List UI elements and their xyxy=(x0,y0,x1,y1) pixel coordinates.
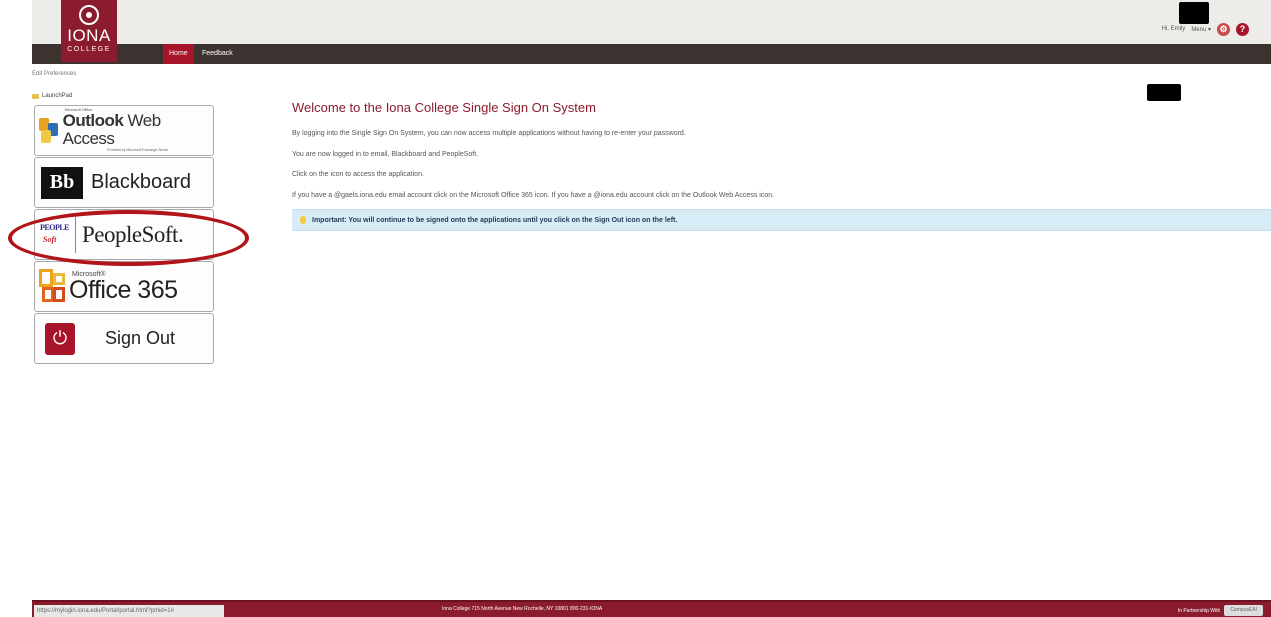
ps-divider xyxy=(75,216,76,253)
launchpad-label: LaunchPad xyxy=(32,93,72,99)
office-365-button[interactable]: Microsoft® Office 365 xyxy=(34,261,214,312)
power-icon: ⏻ xyxy=(45,322,75,355)
launchpad-text: LaunchPad xyxy=(42,93,73,99)
important-notice: Important: You will continue to be signe… xyxy=(292,209,1271,231)
notice-text: Important: You will continue to be signe… xyxy=(312,216,678,224)
outlook-web-access-button[interactable]: Microsoft Office Outlook Web Access Prov… xyxy=(34,105,214,156)
footer-address: Iona College 715 North Avenue New Rochel… xyxy=(442,606,603,612)
tab-feedback[interactable]: Feedback xyxy=(202,44,233,64)
office-label: Office 365 xyxy=(69,275,178,304)
blackboard-label: Blackboard xyxy=(91,171,192,193)
footer-partnership: In Partnership With CampusEAI xyxy=(1178,605,1263,616)
page-title: Welcome to the Iona College Single Sign … xyxy=(292,100,596,115)
edit-preferences-link[interactable]: Edit Preferences xyxy=(32,71,76,77)
peoplesoft-icon: PEOPLE Soft xyxy=(37,217,71,253)
redacted-box xyxy=(1179,2,1209,24)
status-url: https://mylogin.iona.edu/Portal/portal.h… xyxy=(34,605,224,617)
owa-bold-label: Outlook xyxy=(62,111,124,131)
user-greeting: Hi, Emily xyxy=(1161,26,1186,32)
blackboard-icon: Bb xyxy=(41,166,83,199)
folder-icon xyxy=(32,93,39,99)
logged-in-paragraph: You are now logged in to email, Blackboa… xyxy=(292,151,479,158)
outlook-icon xyxy=(39,117,61,144)
tab-home[interactable]: Home xyxy=(163,44,194,64)
peoplesoft-label: PeopleSoft. xyxy=(82,221,184,247)
logo-name: IONA xyxy=(67,26,111,45)
sign-out-label: Sign Out xyxy=(105,328,176,348)
account-paragraph: If you have a @gaels.iona.edu email acco… xyxy=(292,192,775,199)
office-icon xyxy=(39,268,67,305)
instruction-paragraph: Click on the icon to access the applicat… xyxy=(292,171,424,178)
redacted-box xyxy=(1147,84,1181,101)
ps-icon-top: PEOPLE xyxy=(40,222,70,232)
peoplesoft-button[interactable]: PEOPLE Soft PeopleSoft. xyxy=(34,209,214,260)
lightbulb-icon xyxy=(300,216,306,224)
nav-bar: Home Feedback xyxy=(32,44,1271,64)
footer-bar: https://mylogin.iona.edu/Portal/portal.h… xyxy=(32,600,1271,617)
seal-icon xyxy=(79,5,99,25)
college-logo[interactable]: IONA COLLEGE xyxy=(61,0,117,62)
header-bar: Hi, Emily Menu ▾ ⚙ ? xyxy=(32,0,1271,44)
ps-icon-bottom: Soft xyxy=(43,234,57,244)
menu-dropdown[interactable]: Menu ▾ xyxy=(1191,26,1211,33)
sign-out-button[interactable]: ⏻ Sign Out xyxy=(34,313,214,364)
help-icon[interactable]: ? xyxy=(1236,22,1249,36)
partner-logo[interactable]: CampusEAI xyxy=(1224,605,1263,616)
intro-paragraph: By logging into the Single Sign On Syste… xyxy=(292,130,686,137)
owa-tiny-label: Provided by Microsoft Exchange Server xyxy=(107,148,169,153)
logo-sub: COLLEGE xyxy=(67,46,111,53)
blackboard-button[interactable]: Bb Blackboard xyxy=(34,157,214,208)
partnership-label: In Partnership With xyxy=(1177,607,1221,614)
settings-icon[interactable]: ⚙ xyxy=(1217,22,1230,36)
